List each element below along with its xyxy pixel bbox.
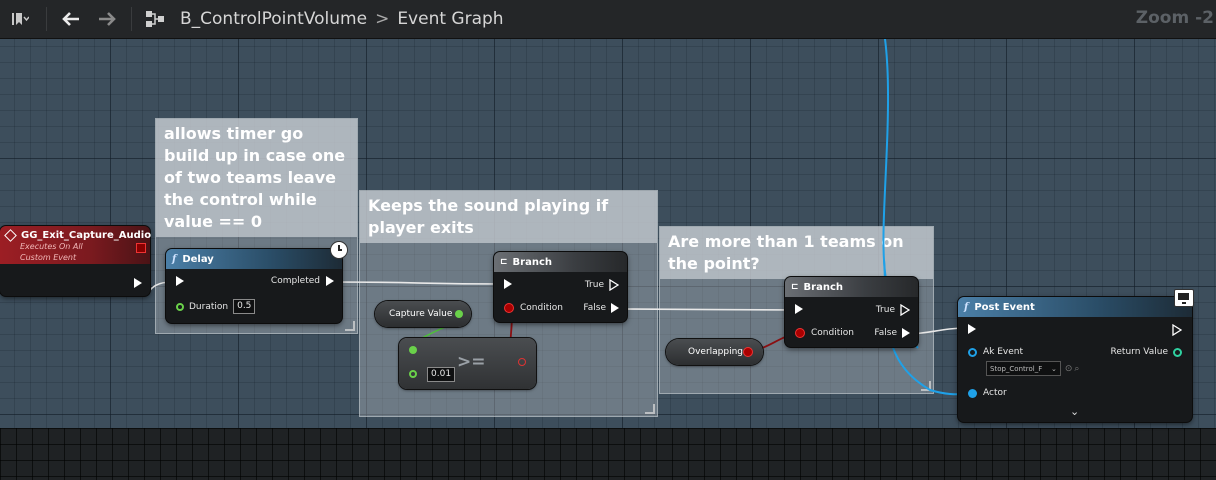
node-title: Branch	[512, 256, 553, 268]
pin-label: Return Value	[1110, 347, 1168, 357]
value-out-pin[interactable]	[455, 310, 463, 318]
node-header: ⊏ Branch	[785, 277, 918, 297]
resize-handle[interactable]	[921, 381, 931, 391]
forward-button[interactable]	[89, 0, 125, 38]
zoom-level: Zoom -2	[1135, 8, 1214, 28]
b-in-pin[interactable]	[409, 370, 417, 378]
node-title: Branch	[803, 281, 844, 293]
delay-node[interactable]: f Delay Completed Duration 0.5	[166, 241, 348, 323]
monitor-icon	[1174, 289, 1194, 307]
back-button[interactable]	[53, 0, 89, 38]
exec-out-true-pin[interactable]	[900, 304, 910, 316]
pin-label: True	[875, 305, 895, 315]
variable-label: Capture Value	[389, 309, 453, 319]
dropdown-value: Stop_Control_F	[990, 364, 1043, 373]
node-title: Delay	[182, 253, 214, 265]
function-icon: f	[172, 253, 177, 265]
node-subtitle: Executes On All	[20, 242, 83, 251]
exec-out-pin[interactable]	[134, 278, 142, 288]
delegate-pin[interactable]	[136, 243, 146, 253]
actor-pin[interactable]	[968, 388, 977, 398]
pin-label: Ak Event	[983, 347, 1024, 357]
breadcrumb-current-graph[interactable]: Event Graph	[397, 9, 503, 29]
post-event-node[interactable]: f Post Event Ak Event Stop_Control_F ⌄ ⊙…	[958, 289, 1194, 422]
graph-type-icon-wrap	[138, 0, 172, 38]
b-value-input[interactable]: 0.01	[427, 367, 456, 382]
node-title: GG_Exit_Capture_Audio	[21, 230, 152, 241]
resize-handle[interactable]	[645, 404, 655, 414]
clock-icon	[330, 241, 348, 259]
arrow-right-icon	[99, 12, 116, 26]
pin-label: Completed	[270, 276, 320, 286]
comment-title: allows timer go build up in case one of …	[156, 119, 357, 237]
exec-out-pin[interactable]	[1172, 324, 1182, 336]
graph-lower-area[interactable]	[0, 428, 1216, 480]
value-out-pin[interactable]	[743, 347, 753, 357]
node-title: Post Event	[974, 301, 1035, 313]
capture-value-getter[interactable]: Capture Value	[375, 301, 471, 327]
event-diamond-icon	[4, 229, 17, 242]
exec-out-false-pin[interactable]	[611, 303, 619, 313]
bookmark-icon	[12, 13, 29, 25]
result-out-pin[interactable]	[518, 358, 526, 366]
chevron-down-icon: ⌄	[1051, 364, 1057, 373]
function-icon: f	[964, 301, 969, 313]
exec-in-pin[interactable]	[504, 279, 512, 289]
pin-label: True	[584, 280, 604, 290]
exec-out-pin[interactable]	[326, 276, 334, 286]
expand-chevron-icon[interactable]: ⌄	[1070, 405, 1079, 418]
a-in-pin[interactable]	[409, 346, 417, 354]
browse-icon[interactable]: ⌕	[1074, 364, 1079, 374]
pin-label: Condition	[520, 303, 563, 313]
return-value-pin[interactable]	[1173, 347, 1182, 357]
condition-pin[interactable]	[795, 328, 805, 338]
pin-label: Duration	[189, 301, 229, 312]
branch-icon: ⊏	[500, 257, 508, 267]
ak-event-dropdown[interactable]: Stop_Control_F ⌄	[986, 361, 1061, 376]
node-header: ⊏ Branch	[494, 252, 627, 272]
breadcrumb-separator: >	[375, 9, 390, 29]
compare-node[interactable]: 0.01 >=	[399, 338, 536, 389]
condition-pin[interactable]	[504, 303, 514, 313]
use-selected-icon[interactable]: ⊙	[1065, 364, 1073, 374]
node-header: f Post Event	[958, 297, 1192, 317]
bookmark-button[interactable]	[0, 0, 40, 38]
node-header: GG_Exit_Capture_Audio Executes On All Cu…	[0, 226, 152, 264]
ak-event-pin[interactable]	[968, 347, 977, 357]
comment-title: Keeps the sound playing if player exits	[360, 191, 657, 243]
toolbar-divider	[131, 7, 132, 31]
resize-handle[interactable]	[345, 321, 355, 331]
duration-pin[interactable]	[176, 302, 184, 311]
pin-label: Actor	[983, 388, 1007, 398]
overlapping-getter[interactable]: Overlapping	[666, 339, 763, 365]
custom-event-node[interactable]: GG_Exit_Capture_Audio Executes On All Cu…	[0, 226, 152, 296]
arrow-left-icon	[62, 12, 79, 26]
pin-label: False	[874, 328, 897, 338]
variable-label: Overlapping	[688, 347, 744, 357]
graph-toolbar: B_ControlPointVolume > Event Graph Zoom …	[0, 0, 1216, 39]
event-graph-icon	[146, 11, 164, 27]
pin-label: Condition	[811, 328, 854, 338]
exec-in-pin[interactable]	[968, 324, 976, 334]
branch-icon: ⊏	[791, 282, 799, 292]
toolbar-divider	[46, 7, 47, 31]
node-subtitle: Custom Event	[20, 253, 77, 262]
exec-in-pin[interactable]	[176, 276, 184, 286]
breadcrumb-blueprint[interactable]: B_ControlPointVolume	[180, 9, 367, 29]
branch-node-2[interactable]: ⊏ Branch True Condition False	[785, 277, 918, 347]
exec-out-true-pin[interactable]	[609, 279, 619, 291]
comment-title: Are more than 1 teams on the point?	[660, 227, 933, 279]
exec-in-pin[interactable]	[795, 304, 803, 314]
pin-label: False	[583, 303, 606, 313]
duration-input[interactable]: 0.5	[233, 299, 256, 314]
exec-out-false-pin[interactable]	[902, 328, 910, 338]
branch-node-1[interactable]: ⊏ Branch True Condition False	[494, 252, 627, 322]
node-header: f Delay	[166, 249, 342, 269]
operator-label: >=	[457, 352, 486, 372]
